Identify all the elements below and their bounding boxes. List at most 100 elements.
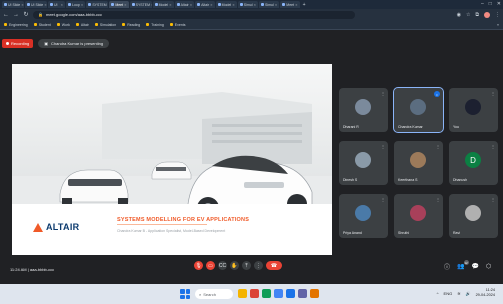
browser-tab[interactable]: Altair ✕	[174, 1, 195, 8]
participant-tile[interactable]: D ⋮ Dhanush	[449, 141, 498, 185]
participant-tile[interactable]: ⋮ Dharani R	[339, 88, 388, 132]
folder-icon	[169, 23, 173, 26]
activities-icon[interactable]: ⬡	[486, 263, 491, 270]
captions-button[interactable]: CC	[218, 261, 227, 270]
tab-close-icon[interactable]: ✕	[81, 3, 84, 7]
bookmark-item[interactable]: Work	[56, 23, 70, 27]
profile-avatar[interactable]	[484, 11, 490, 18]
taskbar-search[interactable]: ⌕ Search	[195, 289, 233, 299]
chat-icon[interactable]: 💬	[472, 263, 479, 270]
start-button[interactable]	[180, 289, 190, 299]
windows-logo-icon	[185, 294, 190, 299]
minimize-icon[interactable]: –	[481, 1, 484, 7]
browser-tab[interactable]: Simul ✕	[237, 1, 259, 8]
participant-tile[interactable]: ⋮ You	[449, 88, 498, 132]
end-call-button[interactable]: ☎	[266, 261, 282, 270]
participant-tile[interactable]: ⋮ Dinesh S	[339, 141, 388, 185]
participant-avatar	[355, 205, 371, 221]
close-icon[interactable]: ✕	[497, 1, 501, 7]
tab-close-icon[interactable]: ✕	[254, 3, 257, 7]
menu-icon[interactable]: ⋮	[495, 12, 500, 18]
raise-hand-button[interactable]: ✋	[230, 261, 239, 270]
wifi-icon[interactable]: ≋	[457, 291, 460, 296]
tab-close-icon[interactable]: ✕	[232, 3, 235, 7]
browser-tab[interactable]: Meet ✕	[109, 1, 129, 8]
camera-status-icon[interactable]: ◉	[457, 12, 461, 18]
participant-tile[interactable]: ⋮ Priya Anand	[339, 194, 388, 238]
browser-tab[interactable]: Model ✕	[152, 1, 174, 8]
tab-close-icon[interactable]: ✕	[60, 3, 63, 7]
chrome-icon[interactable]	[250, 289, 259, 298]
bookmark-item[interactable]: Simulation	[94, 22, 117, 27]
browser-tab[interactable]: Meet ✕	[280, 1, 300, 8]
tab-close-icon[interactable]: ✕	[124, 3, 127, 7]
maximize-icon[interactable]: □	[489, 1, 492, 7]
tab-close-icon[interactable]: ✕	[190, 3, 193, 7]
participant-name: Chandra Kumar	[398, 125, 423, 129]
url-field[interactable]: 🔒 meet.google.com/aaa-bbbb-ccc	[33, 10, 355, 19]
browser-tab[interactable]: SYSTEM✕	[129, 1, 152, 8]
bookmark-item[interactable]: Events	[169, 23, 185, 27]
language-label[interactable]: ENG	[444, 291, 453, 296]
chevron-up-icon[interactable]: ^	[437, 291, 439, 296]
browser-tab[interactable]: Model ✕	[215, 1, 237, 8]
volume-icon[interactable]: 🔊	[466, 291, 471, 296]
tab-label: Meet	[115, 2, 124, 7]
bookmark-item[interactable]: Training	[146, 23, 164, 27]
back-icon[interactable]: ←	[3, 12, 9, 18]
store-icon[interactable]	[274, 289, 283, 298]
bookmark-label: Training	[151, 22, 164, 27]
tab-close-icon[interactable]: ✕	[44, 3, 47, 7]
tab-close-icon[interactable]: ✕	[295, 3, 298, 7]
tab-close-icon[interactable]: ✕	[21, 3, 24, 7]
browser-tab[interactable]: UI ✕	[48, 1, 65, 8]
participant-tile[interactable]: ⋮ Shruthi	[394, 194, 443, 238]
photos-icon[interactable]	[310, 289, 319, 298]
bookmark-star-icon[interactable]: ☆	[466, 12, 470, 18]
reload-icon[interactable]: ↻	[23, 11, 29, 18]
tab-close-icon[interactable]: ✕	[169, 3, 172, 7]
browser-tab[interactable]: Altair ✕	[195, 1, 215, 8]
bookmark-item[interactable]: Reading	[122, 23, 140, 27]
folder-icon	[94, 23, 98, 26]
forward-icon[interactable]: →	[13, 12, 19, 18]
info-icon[interactable]: ⓘ	[444, 262, 450, 271]
participant-tile[interactable]: ⋮ Keerthana S	[394, 141, 443, 185]
teams-icon[interactable]	[298, 289, 307, 298]
participant-tile[interactable]: • Chandra Kumar	[393, 87, 444, 133]
edge-icon[interactable]	[262, 289, 271, 298]
bookmark-item[interactable]: Altair	[75, 23, 89, 27]
tab-close-icon[interactable]: ✕	[108, 3, 109, 7]
present-button[interactable]: ⤒	[242, 261, 251, 270]
tab-close-icon[interactable]: ✕	[210, 3, 213, 7]
tab-label: Simul	[265, 2, 274, 7]
bookmark-label: Simulation	[99, 22, 117, 27]
browser-tab[interactable]: Simul ✕	[259, 1, 280, 8]
more-button[interactable]: ⋮	[254, 261, 263, 270]
taskbar-clock[interactable]: 11:24 29-04-2024	[476, 288, 495, 298]
tab-close-icon[interactable]: ✕	[275, 3, 278, 7]
participant-count-badge: 12	[463, 260, 469, 265]
folder-icon	[56, 23, 60, 26]
extensions-icon[interactable]: ⧉	[475, 12, 479, 18]
bookmarks-overflow-button[interactable]: »	[497, 23, 499, 27]
altair-logo: ALTAIR	[33, 222, 79, 232]
end-call-icon: ☎	[270, 262, 278, 269]
browser-tab[interactable]: Loop ✕	[66, 1, 86, 8]
mail-icon[interactable]	[286, 289, 295, 298]
clock-date: 29-04-2024	[475, 293, 495, 297]
browser-tab[interactable]: SYSTEM✕	[86, 1, 109, 8]
camera-button[interactable]: ▭	[206, 261, 215, 270]
presenting-chip[interactable]: ▣ Chandra Kumar is presenting	[38, 39, 110, 48]
bookmark-item[interactable]: Engineering	[4, 23, 28, 27]
browser-tab[interactable]: UI Slide ✕	[25, 1, 47, 8]
people-icon[interactable]: 👥 12	[457, 260, 469, 270]
file-explorer-icon[interactable]	[238, 289, 247, 298]
browser-tab[interactable]: UI Slide ✕	[2, 1, 24, 8]
folder-icon	[4, 23, 7, 26]
mic-button[interactable]: 🎙	[194, 261, 203, 270]
tab-close-icon[interactable]: ✕	[151, 3, 152, 7]
new-tab-button[interactable]: +	[301, 2, 308, 8]
participant-tile[interactable]: ⋮ Ravi	[449, 194, 498, 238]
bookmark-item[interactable]: Student	[33, 23, 51, 27]
